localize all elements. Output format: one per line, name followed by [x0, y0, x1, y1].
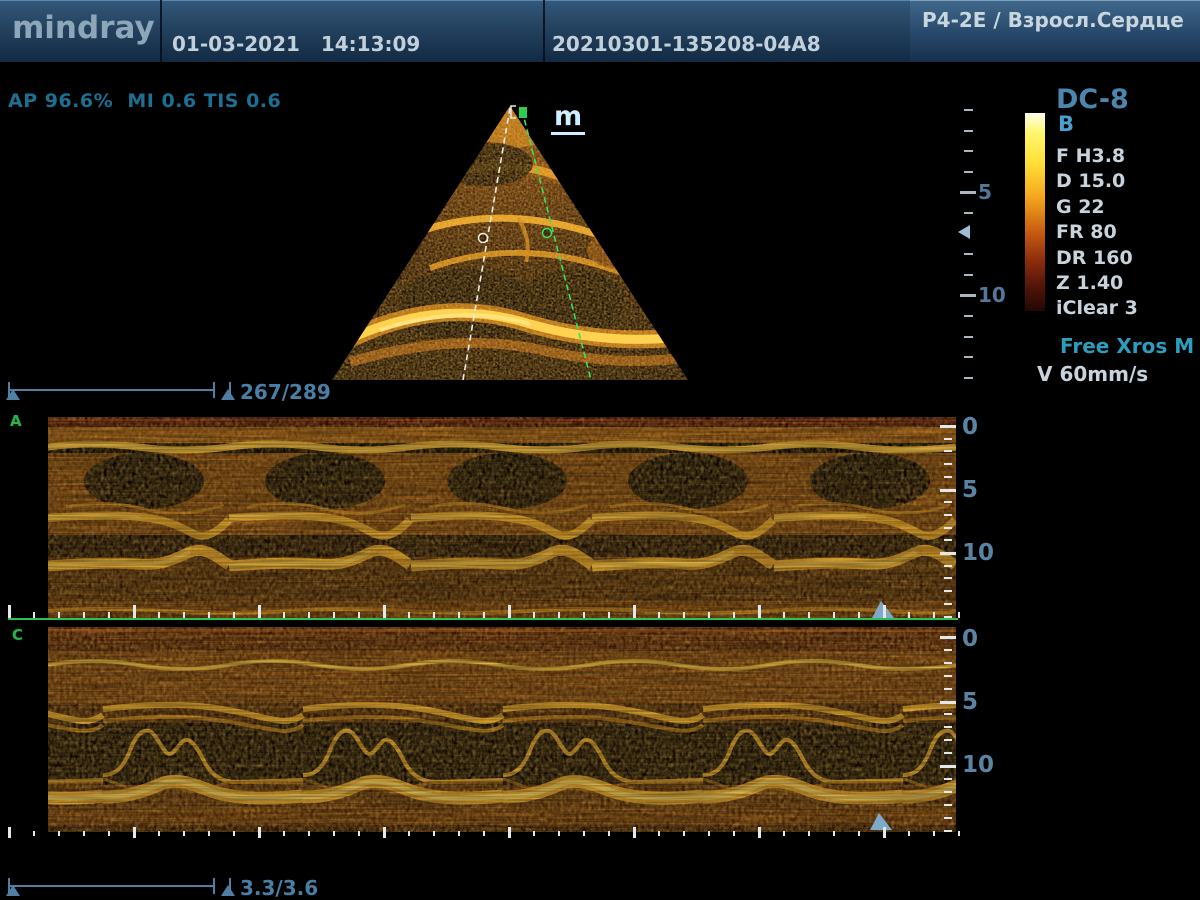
header-divider [543, 0, 545, 62]
cine-time-scrubber[interactable]: 3.3/3.6 [8, 876, 328, 898]
depth-ruler-tick [964, 171, 973, 173]
focus-marker-icon[interactable] [958, 225, 970, 239]
trace-c-position-marker-icon[interactable] [870, 813, 892, 830]
depth-ruler-tick [964, 274, 973, 276]
cine-frame-scrubber[interactable]: 267/289 [8, 380, 328, 402]
depth-ruler-tick [964, 109, 973, 111]
depth-ruler-tick [964, 130, 973, 132]
b-mode-image [320, 100, 700, 385]
mmode-mode-label: Free Xros M [1060, 334, 1194, 358]
param-frame-rate: FR 80 [1056, 220, 1138, 245]
sweep-speed-label: V 60mm/s [1037, 362, 1148, 386]
ultrasound-screen: mindray 01-03-2021 14:13:09 20210301-135… [0, 0, 1200, 900]
time-axis [8, 618, 958, 620]
trace-a-scale-10: 10 [962, 540, 994, 566]
depth-ruler-tick [964, 377, 973, 379]
trace-a-position-marker-icon[interactable] [872, 601, 894, 618]
system-model-label: DC-8 [1056, 84, 1129, 115]
scrubber-track[interactable] [10, 885, 215, 887]
m-mode-trace-a [48, 417, 956, 619]
time-axis-origin-tick [8, 609, 10, 619]
param-gain: G 22 [1056, 195, 1138, 220]
exam-id: 20210301-135208-04A8 [552, 32, 821, 56]
scrubber-track[interactable] [10, 389, 215, 391]
probe-preset-label: P4-2E / Взросл.Сердце [922, 8, 1184, 32]
exam-datetime: 01-03-2021 14:13:09 [172, 32, 420, 56]
imaging-params: F H3.8 D 15.0 G 22 FR 80 DR 160 Z 1.40 i… [1056, 144, 1138, 322]
scrubber-position-handle-icon[interactable] [221, 389, 235, 400]
mindray-logo: mindray [12, 10, 155, 46]
depth-label-10: 10 [978, 283, 1006, 307]
param-zoom: Z 1.40 [1056, 271, 1138, 296]
trace-c-scale-5: 5 [962, 689, 978, 715]
scrubber-end-tick [213, 382, 215, 398]
depth-ruler-tick [960, 294, 976, 297]
param-iclear: iClear 3 [1056, 296, 1138, 321]
m-mode-trace-c [48, 627, 956, 832]
time-axis-tick [958, 612, 960, 618]
depth-ruler-tick [964, 336, 973, 338]
scrubber-position-handle-icon[interactable] [221, 885, 235, 896]
mode-b-label: B [1058, 112, 1074, 136]
param-dynamic-range: DR 160 [1056, 246, 1138, 271]
trace-a-scale-5: 5 [962, 477, 978, 503]
param-depth: D 15.0 [1056, 169, 1138, 194]
depth-label-5: 5 [978, 180, 992, 204]
grayscale-colorbar [1025, 113, 1045, 311]
active-m-cursor-label[interactable]: m [551, 102, 585, 135]
time-axis-tick [33, 831, 35, 836]
time-counter: 3.3/3.6 [240, 876, 318, 900]
depth-ruler-tick [964, 150, 973, 152]
acoustic-output-readout: AP 96.6% MI 0.6 TIS 0.6 [8, 90, 281, 112]
depth-ruler-tick [964, 356, 973, 358]
trace-c-label: C [12, 626, 23, 644]
trace-c-scale-10: 10 [962, 752, 994, 778]
header-bar: mindray 01-03-2021 14:13:09 20210301-135… [0, 0, 1200, 64]
depth-ruler-tick [960, 191, 976, 194]
probe-preset-tab[interactable]: P4-2E / Взросл.Сердце [910, 0, 1200, 62]
trace-c-scale-0: 0 [962, 626, 978, 652]
trace-a-scale-0: 0 [962, 414, 978, 440]
time-axis-tick [958, 831, 960, 836]
time-axis-tick [8, 827, 11, 838]
depth-ruler-tick [964, 212, 973, 214]
param-frequency: F H3.8 [1056, 144, 1138, 169]
scrubber-end-tick [213, 878, 215, 894]
depth-ruler-tick [964, 315, 973, 317]
cursor-start-marker [519, 107, 527, 118]
depth-ruler-tick [964, 253, 973, 255]
header-divider [160, 0, 162, 62]
frame-counter: 267/289 [240, 380, 331, 404]
trace-a-label: A [10, 412, 22, 430]
